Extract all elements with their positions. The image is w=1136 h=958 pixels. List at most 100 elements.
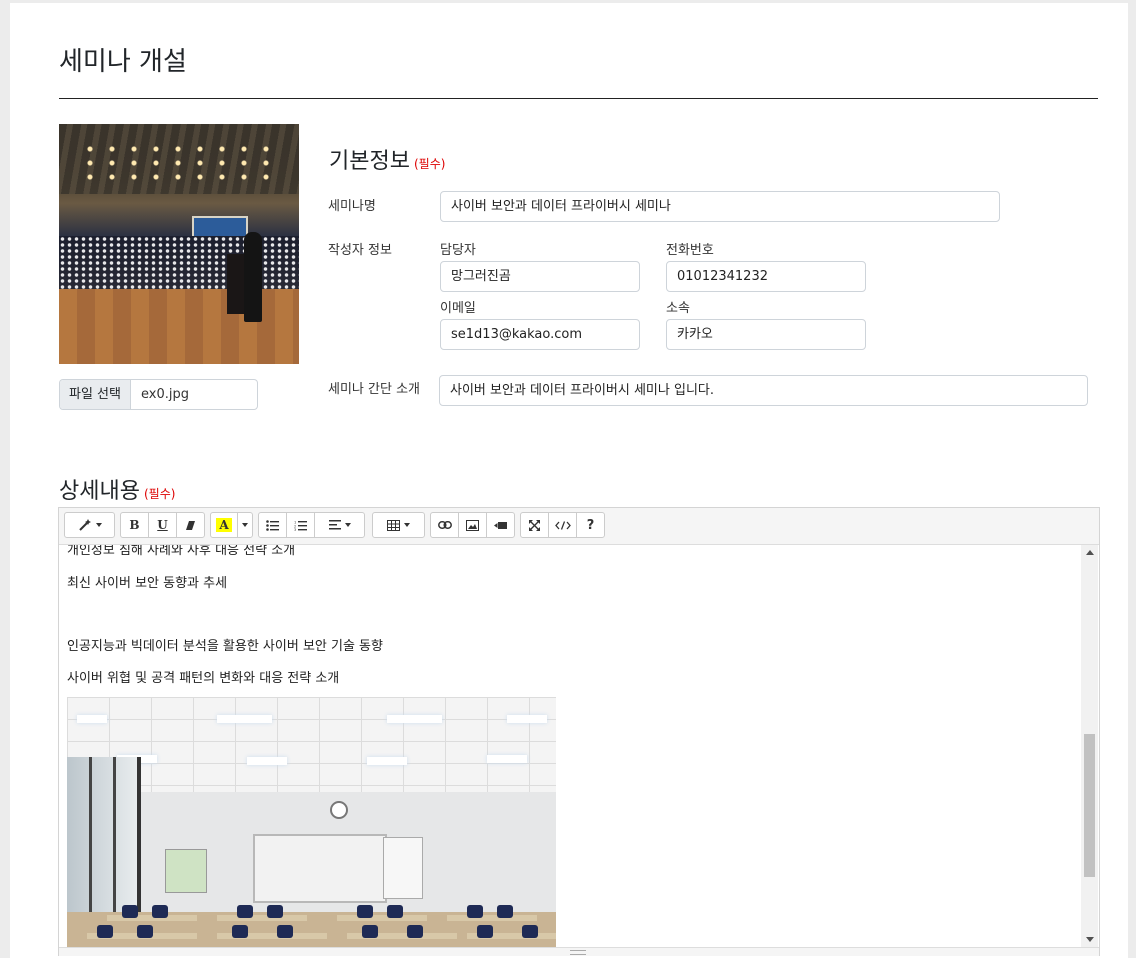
- ceiling-light: [507, 715, 547, 723]
- world-map: [165, 849, 207, 893]
- required-mark: (필수): [143, 487, 176, 501]
- content-line: 사이버 위협 및 공격 패턴의 변화와 대응 전략 소개: [67, 671, 340, 686]
- link-icon: [437, 521, 452, 529]
- desk: [337, 915, 427, 921]
- chevron-down-icon: [242, 523, 248, 527]
- color-group: A: [210, 512, 253, 538]
- unordered-list-button[interactable]: [258, 512, 287, 538]
- align-dropdown-button[interactable]: [314, 512, 365, 538]
- seminar-create-page: 세미나 개설 파일 선택 ex0.jpg 기본정보 (필수) 세미나명 사이버 보…: [10, 3, 1128, 958]
- insert-link-button[interactable]: [430, 512, 459, 538]
- table-dropdown-button[interactable]: [372, 512, 425, 538]
- editor-content[interactable]: 개인정보 침해 사례와 사후 대응 전략 소개 최신 사이버 보안 동향과 추세…: [59, 545, 1081, 947]
- manager-input[interactable]: 망그러진곰: [440, 261, 640, 292]
- chair: [277, 925, 293, 938]
- editor-resize-bar[interactable]: [59, 947, 1099, 956]
- basic-info-title-text: 기본정보: [329, 149, 410, 174]
- file-name: ex0.jpg: [140, 387, 189, 402]
- table-icon: [387, 519, 400, 531]
- chair: [522, 925, 538, 938]
- file-select-button[interactable]: 파일 선택: [60, 380, 131, 409]
- chair: [387, 905, 403, 918]
- whiteboard-right-wing: [383, 837, 423, 899]
- chair: [232, 925, 248, 938]
- scroll-down-arrow-icon[interactable]: [1086, 937, 1094, 942]
- scrollbar-thumb[interactable]: [1084, 734, 1095, 877]
- chair: [137, 925, 153, 938]
- chair: [362, 925, 378, 938]
- detail-title-text: 상세내용: [59, 479, 140, 504]
- ordered-list-button[interactable]: 123: [286, 512, 315, 538]
- basic-info-title: 기본정보 (필수): [329, 143, 445, 175]
- seminar-name-input[interactable]: 사이버 보안과 데이터 프라이버시 세미나: [440, 191, 1000, 222]
- rich-text-editor: B U A 123 ? 개인정보 침해 사례와 사후 대응 전략 소개 최신 사…: [58, 507, 1100, 956]
- align-icon: [328, 520, 341, 530]
- insert-picture-button[interactable]: [458, 512, 487, 538]
- code-view-button[interactable]: [548, 512, 577, 538]
- ceiling-light: [367, 757, 407, 765]
- paragraph-group: 123: [258, 512, 365, 538]
- highlight-color-button[interactable]: A: [210, 512, 238, 538]
- thumbnail-speaker: [244, 232, 262, 322]
- scroll-up-arrow-icon[interactable]: [1086, 550, 1094, 555]
- file-input[interactable]: 파일 선택 ex0.jpg: [59, 379, 258, 410]
- highlight-icon: A: [216, 518, 232, 532]
- chair: [477, 925, 493, 938]
- video-icon: [494, 521, 507, 529]
- editor-scrollbar[interactable]: [1081, 545, 1098, 947]
- chair: [267, 905, 283, 918]
- chair: [122, 905, 138, 918]
- insert-group: [430, 512, 515, 538]
- title-divider: [59, 98, 1098, 99]
- chevron-down-icon: [344, 523, 351, 527]
- ceiling-light: [387, 715, 442, 723]
- chair: [357, 905, 373, 918]
- manager-label: 담당자: [440, 243, 476, 258]
- fullscreen-button[interactable]: [520, 512, 549, 538]
- org-input[interactable]: 카카오: [666, 319, 866, 350]
- desk: [447, 915, 537, 921]
- required-mark: (필수): [413, 157, 446, 171]
- desk: [217, 915, 307, 921]
- ceiling-light: [77, 715, 107, 723]
- chair: [237, 905, 253, 918]
- chair: [407, 925, 423, 938]
- help-button[interactable]: ?: [576, 512, 605, 538]
- chair: [152, 905, 168, 918]
- page-title: 세미나 개설: [59, 47, 187, 77]
- classroom-image: [67, 697, 556, 947]
- picture-icon: [466, 519, 479, 531]
- editor-toolbar: B U A 123 ?: [59, 508, 1099, 545]
- thumbnail-floor: [59, 289, 299, 364]
- thumbnail-lights: [79, 142, 279, 182]
- ordered-list-icon: 123: [294, 520, 307, 531]
- whiteboard: [253, 834, 387, 903]
- ceiling-light: [487, 755, 527, 763]
- author-info-label: 작성자 정보: [328, 243, 392, 258]
- content-line: 개인정보 침해 사례와 사후 대응 전략 소개: [67, 545, 296, 558]
- unordered-list-icon: [266, 519, 279, 531]
- view-group: ?: [520, 512, 605, 538]
- ceiling-light: [247, 757, 287, 765]
- phone-input[interactable]: 01012341232: [666, 261, 866, 292]
- svg-text:3: 3: [294, 528, 296, 531]
- intro-input[interactable]: 사이버 보안과 데이터 프라이버시 세미나 입니다.: [439, 375, 1088, 406]
- bold-button[interactable]: B: [120, 512, 149, 538]
- chair: [497, 905, 513, 918]
- seminar-name-label: 세미나명: [328, 199, 376, 214]
- resize-grip-icon[interactable]: [570, 950, 586, 955]
- style-dropdown-button[interactable]: [64, 512, 115, 538]
- magic-wand-icon: [78, 519, 91, 531]
- underline-button[interactable]: U: [148, 512, 177, 538]
- color-dropdown-button[interactable]: [237, 512, 253, 538]
- insert-video-button[interactable]: [486, 512, 515, 538]
- font-style-group: B U: [120, 512, 205, 538]
- style-group: [64, 512, 115, 538]
- intro-label: 세미나 간단 소개: [328, 382, 420, 397]
- seminar-thumbnail-image: [59, 124, 299, 364]
- email-input[interactable]: se1d13@kakao.com: [440, 319, 640, 350]
- table-group: [372, 512, 425, 538]
- chair: [467, 905, 483, 918]
- clear-format-button[interactable]: [176, 512, 205, 538]
- chair: [97, 925, 113, 938]
